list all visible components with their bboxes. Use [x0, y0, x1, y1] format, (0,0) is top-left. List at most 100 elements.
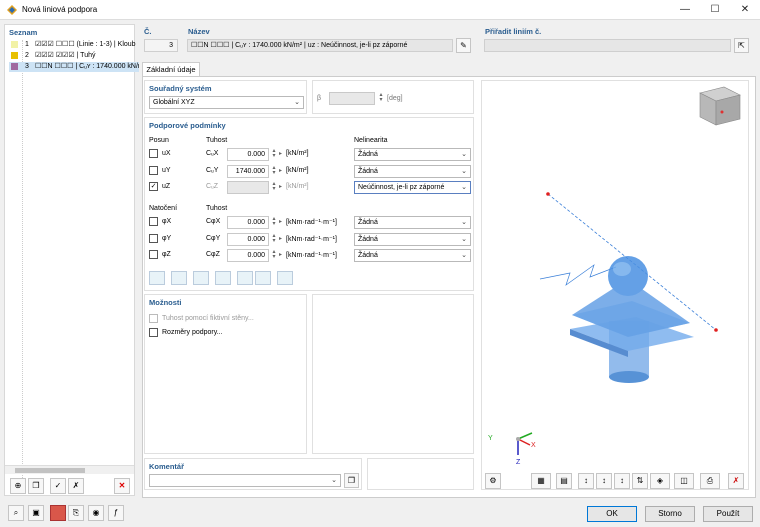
support-preset-icon[interactable]: [215, 271, 231, 285]
3d-viewport[interactable]: Y X Z: [481, 80, 749, 490]
support-preset-icon[interactable]: [149, 271, 165, 285]
nonlinearity-select[interactable]: Žádná ⌄: [354, 216, 471, 229]
nonlinearity-select[interactable]: Žádná ⌄: [354, 165, 471, 178]
support-preset-icon[interactable]: [171, 271, 187, 285]
coord-system-select[interactable]: Globální XYZ ⌄: [149, 96, 304, 109]
view-options-icon[interactable]: ⚙: [485, 473, 501, 489]
support-preset-icon[interactable]: [255, 271, 271, 285]
minimize-button[interactable]: —: [670, 0, 700, 20]
dof-checkbox[interactable]: [149, 217, 158, 226]
comment-library-icon[interactable]: ❐: [344, 473, 359, 488]
beta-input[interactable]: [329, 92, 375, 105]
apply-button[interactable]: Použít: [703, 506, 753, 522]
formula-icon[interactable]: ƒ: [108, 505, 124, 521]
pick-lines-icon[interactable]: ⇱: [734, 38, 749, 53]
support-preset-icon[interactable]: [193, 271, 209, 285]
stiffness-symbol: CᵤY: [206, 167, 219, 174]
stiffness-spinner[interactable]: ▴ ▾: [270, 165, 278, 176]
arrow-right-icon[interactable]: ▸: [279, 150, 282, 157]
stiffness-spinner[interactable]: ▴ ▾: [270, 249, 278, 260]
support-header: Podporové podmínky: [149, 121, 226, 130]
check-all-icon[interactable]: ✓: [50, 478, 66, 494]
view-y-icon[interactable]: ↕: [596, 473, 612, 489]
maximize-button[interactable]: ☐: [700, 0, 730, 20]
dof-checkbox[interactable]: ✓: [149, 182, 158, 191]
search-icon[interactable]: ⌕: [8, 505, 24, 521]
new-item-icon[interactable]: ⊕: [10, 478, 26, 494]
stiffness-spinner[interactable]: ▴ ▾: [270, 148, 278, 159]
view-x-icon[interactable]: ↕: [578, 473, 594, 489]
dof-label: φX: [162, 218, 172, 225]
support-dimensions-checkbox[interactable]: [149, 328, 158, 337]
comment-input[interactable]: ⌄: [149, 474, 341, 487]
ok-button[interactable]: OK: [587, 506, 637, 522]
dof-label: uY: [162, 167, 171, 174]
stiffness-symbol: CφZ: [206, 251, 220, 258]
tab-basic-data[interactable]: Základní údaje: [142, 62, 200, 77]
list-item-selected[interactable]: 3 ☐☐N ☐☐☐ | Cᵤʏ : 1740.000 kN/m²: [9, 62, 139, 72]
list-item[interactable]: 2 ☑☑☑ ☑☑☑ | Tuhý: [9, 51, 139, 61]
units-icon[interactable]: ▣: [28, 505, 44, 521]
support-preset-icon[interactable]: [237, 271, 253, 285]
dof-checkbox[interactable]: [149, 149, 158, 158]
list-item[interactable]: 1 ☑☑☑ ☐☐☐ (Linie : 1-3) | Kloub: [9, 40, 139, 50]
cancel-button[interactable]: Storno: [645, 506, 695, 522]
nonlinearity-select[interactable]: Neúčinnost, je-li pz záporné ⌄: [354, 181, 471, 194]
nonlinearity-select[interactable]: Žádná ⌄: [354, 148, 471, 161]
nonlinearity-select[interactable]: Žádná ⌄: [354, 233, 471, 246]
3d-preview: [516, 86, 741, 455]
stiffness-input[interactable]: 0.000: [227, 249, 269, 262]
stiffness-input[interactable]: 0.000: [227, 233, 269, 246]
beta-unit: [deg]: [387, 95, 403, 102]
stiffness-unit: [kN/m²]: [286, 183, 309, 190]
stiffness-input[interactable]: 0.000: [227, 148, 269, 161]
copy-item-icon[interactable]: ❐: [28, 478, 44, 494]
stiffness-input[interactable]: 1740.000: [227, 165, 269, 178]
color-icon[interactable]: [50, 505, 66, 521]
uncheck-icon[interactable]: ✗: [68, 478, 84, 494]
list-scrollbar[interactable]: [5, 465, 134, 474]
render-icon[interactable]: ▤: [556, 473, 572, 489]
rotation-label: Natočení: [149, 205, 178, 212]
stiffness-spinner[interactable]: ▴ ▾: [270, 233, 278, 244]
number-field[interactable]: 3: [144, 39, 178, 52]
dof-checkbox[interactable]: [149, 234, 158, 243]
options-group: Možnosti Tuhost pomocí fiktivní stěny...…: [144, 294, 307, 454]
stiffness-spinner[interactable]: ▴ ▾: [270, 216, 278, 227]
view-z-icon[interactable]: ↕: [614, 473, 630, 489]
view-cube-icon: [699, 86, 741, 126]
arrow-right-icon[interactable]: ▸: [279, 218, 282, 225]
support-preset-icon[interactable]: [277, 271, 293, 285]
assign-lines-input[interactable]: [484, 39, 731, 52]
view-iso-icon[interactable]: ⇅: [632, 473, 648, 489]
stiffness-unit: [kNm·rad⁻¹·m⁻¹]: [286, 236, 337, 243]
stiffness-unit: [kNm·rad⁻¹·m⁻¹]: [286, 219, 337, 226]
dof-checkbox[interactable]: [149, 166, 158, 175]
arrow-right-icon[interactable]: ▸: [279, 167, 282, 174]
arrow-right-icon[interactable]: ▸: [279, 183, 282, 190]
transparency-icon[interactable]: ◫: [674, 473, 694, 489]
delete-icon[interactable]: ✕: [114, 478, 130, 494]
close-window-button[interactable]: ✕: [730, 0, 760, 20]
number-label: Č.: [144, 27, 152, 36]
display-icon[interactable]: ▦: [531, 473, 551, 489]
stiffness-spinner[interactable]: ▴ ▾: [270, 181, 278, 192]
stiffness-symbol: CφX: [206, 218, 221, 225]
info-icon[interactable]: ⎘: [68, 505, 84, 521]
stiffness-input[interactable]: [227, 181, 269, 194]
eye-icon[interactable]: ◉: [88, 505, 104, 521]
arrow-right-icon[interactable]: ▸: [279, 251, 282, 258]
comment-side-group: [367, 458, 474, 490]
stiffness-input[interactable]: 0.000: [227, 216, 269, 229]
arrow-right-icon[interactable]: ▸: [279, 235, 282, 242]
fictive-wall-checkbox[interactable]: [149, 314, 158, 323]
nonlinearity-select[interactable]: Žádná ⌄: [354, 249, 471, 262]
reset-view-icon[interactable]: ✗: [728, 473, 744, 489]
name-field[interactable]: ☐☐N ☐☐☐ | Cᵤʏ : 1740.000 kN/m² | uᴢ : Ne…: [187, 39, 453, 52]
name-label: Název: [188, 27, 210, 36]
beta-spinner[interactable]: ▴ ▾: [377, 92, 385, 103]
print-icon[interactable]: ⎙: [700, 473, 720, 489]
shading-icon[interactable]: ◈: [650, 473, 670, 489]
dof-checkbox[interactable]: [149, 250, 158, 259]
edit-name-icon[interactable]: ✎: [456, 38, 471, 53]
